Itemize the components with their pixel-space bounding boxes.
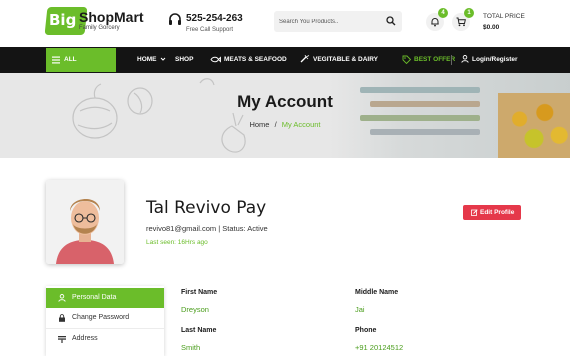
nav-login-label: Login/Register — [472, 56, 518, 63]
last-name-label: Last Name — [181, 327, 217, 334]
middle-name-value: Jai — [355, 305, 365, 314]
breadcrumb: Home / My Account — [0, 120, 570, 129]
profile-name: Tal Revivo Pay — [146, 198, 267, 218]
nav-best-offer-label: BEST OFFER — [414, 56, 456, 63]
last-name-value: Smith — [181, 343, 201, 352]
headset-icon — [169, 13, 181, 25]
support-label: Free Call Support — [186, 27, 234, 33]
side-menu-label: Personal Data — [72, 294, 117, 301]
phone-value: +91 20124512 — [355, 343, 404, 352]
search-icon[interactable] — [386, 16, 396, 26]
nav-home[interactable]: HOME — [137, 47, 166, 73]
side-menu-address[interactable]: Address — [46, 329, 164, 349]
nav-shop[interactable]: SHOP — [175, 47, 193, 73]
tag-icon — [402, 55, 412, 64]
search-bar — [274, 11, 402, 32]
user-icon — [461, 55, 469, 64]
main-nav: ALL CATEGORIE HOME SHOP MEATS & SEAFOOD … — [0, 47, 570, 87]
first-name-value: Dreyson — [181, 305, 209, 314]
search-input[interactable] — [279, 15, 379, 28]
first-name-label: First Name — [181, 289, 218, 296]
lock-icon — [59, 314, 65, 322]
side-menu-change-password[interactable]: Change Password — [46, 308, 164, 328]
nav-best-offer[interactable]: BEST OFFER — [402, 47, 455, 73]
logo-tagline: Family Gorcery — [79, 25, 120, 31]
total-price-value: $0.00 — [483, 24, 500, 31]
vegetable-icon — [300, 55, 310, 63]
breadcrumb-separator: / — [274, 120, 277, 129]
nav-divider — [451, 55, 452, 65]
profile-email-status: revivo81@gmail.com | Status: Active — [146, 224, 268, 233]
edit-profile-button[interactable]: Edit Profile — [463, 205, 521, 220]
cart-button[interactable]: 1 — [452, 8, 474, 31]
page-banner — [0, 73, 570, 158]
total-price-label: TOTAL PRICE — [483, 13, 525, 20]
phone-label: Phone — [355, 327, 377, 334]
avatar — [46, 180, 124, 264]
notifications-button[interactable]: 4 — [426, 8, 448, 31]
side-menu-personal-data[interactable]: Personal Data — [46, 288, 164, 308]
page-title: My Account — [237, 92, 333, 111]
logo-name[interactable]: ShopMart — [79, 9, 144, 25]
chevron-down-icon — [160, 57, 166, 61]
menu-icon — [52, 56, 60, 64]
middle-name-label: Middle Name — [355, 289, 399, 296]
user-icon — [58, 294, 66, 302]
nav-vegetable-dairy-label: VEGITABLE & DAIRY — [313, 56, 379, 63]
support-phone[interactable]: 525-254-263 — [186, 13, 243, 24]
nav-home-label: HOME — [137, 56, 157, 63]
nav-meats-seafood-label: MEATS & SEAFOOD — [224, 56, 287, 63]
breadcrumb-current: My Account — [281, 120, 321, 129]
breadcrumb-home[interactable]: Home — [249, 120, 269, 129]
cart-count-badge: 1 — [464, 8, 474, 18]
side-menu-label: Address — [72, 335, 98, 342]
logo-big-text: Big — [49, 11, 77, 29]
nav-login-register[interactable]: Login/Register — [461, 47, 518, 73]
profile-last-seen: Last seen: 16Hrs ago — [146, 239, 208, 246]
edit-profile-label: Edit Profile — [480, 209, 515, 216]
fish-icon — [210, 56, 221, 63]
nav-meats-seafood[interactable]: MEATS & SEAFOOD — [210, 47, 287, 73]
account-side-menu: Personal Data Change Password Address — [46, 286, 164, 356]
all-categories-button[interactable]: ALL CATEGORIE — [46, 48, 116, 87]
nav-shop-label: SHOP — [175, 56, 194, 63]
bell-icon — [431, 18, 439, 27]
address-icon — [58, 336, 66, 343]
nav-vegetable-dairy[interactable]: VEGITABLE & DAIRY — [300, 47, 378, 73]
edit-icon — [471, 209, 478, 216]
vegetable-sketch-illustration — [72, 78, 246, 153]
cart-icon — [456, 17, 466, 27]
notification-count-badge: 4 — [438, 8, 448, 18]
side-menu-label: Change Password — [72, 314, 130, 321]
profile-photo — [46, 180, 124, 264]
store-shelf-image — [330, 73, 570, 158]
shelf-row — [370, 129, 480, 135]
top-header: Big ShopMart Family Gorcery 525-254-263 … — [0, 0, 570, 47]
